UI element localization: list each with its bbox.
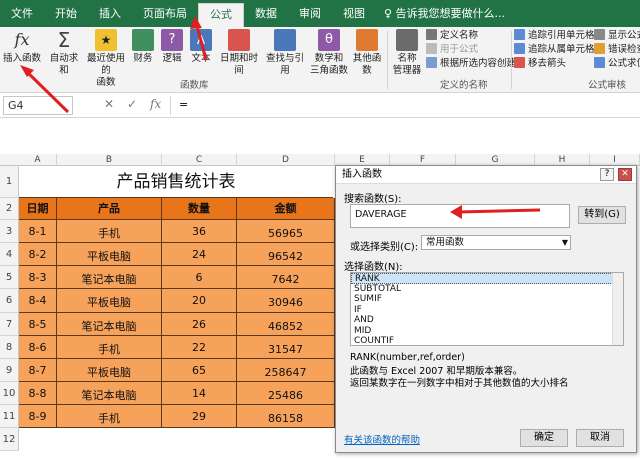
arrow-to-formulas-tab (190, 16, 208, 61)
arrow-to-insert-function (20, 65, 70, 114)
annotation-arrows (20, 16, 541, 219)
arrow-to-search-input (450, 205, 541, 219)
